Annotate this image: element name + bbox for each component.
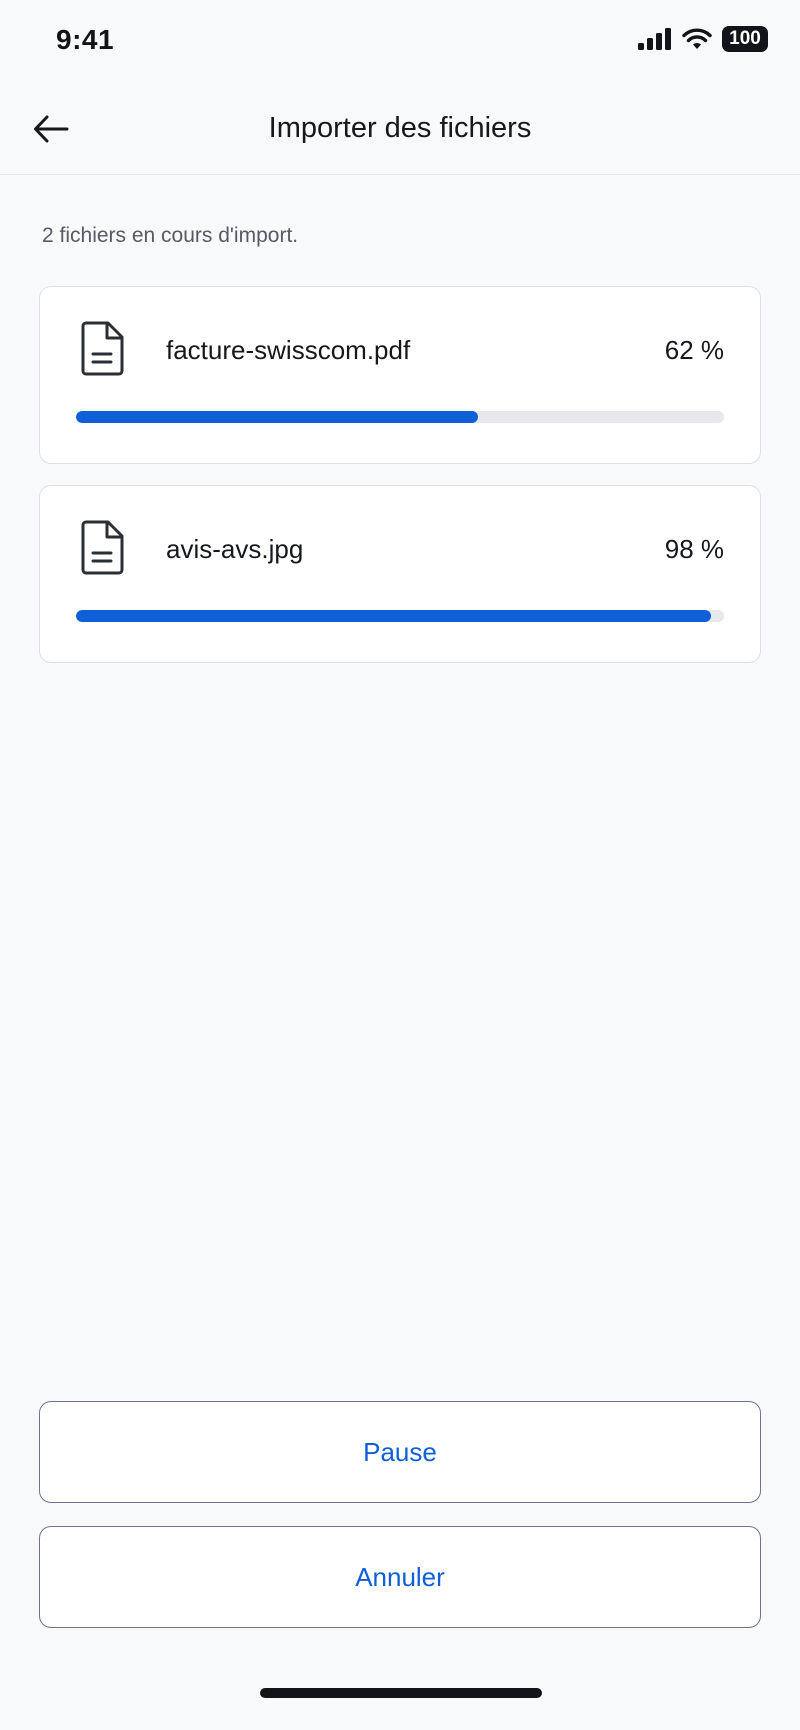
file-name: facture-swisscom.pdf <box>166 335 411 365</box>
status-bar: 9:41 100 <box>0 0 800 84</box>
home-indicator <box>260 1688 542 1698</box>
file-card: facture-swisscom.pdf 62 % <box>39 286 761 464</box>
progress-bar <box>76 610 724 622</box>
progress-bar <box>76 411 724 423</box>
cellular-signal-icon <box>638 28 671 50</box>
battery-level: 100 <box>729 28 761 49</box>
import-summary: 2 fichiers en cours d'import. <box>42 224 299 247</box>
document-icon <box>81 321 124 376</box>
progress-fill <box>76 411 478 423</box>
status-time: 9:41 <box>56 24 115 55</box>
progress-fill <box>76 610 712 622</box>
file-percent: 98 % <box>664 534 724 564</box>
file-name: avis-avs.jpg <box>166 534 304 564</box>
wifi-icon <box>682 28 712 49</box>
battery-icon: 100 <box>722 26 768 52</box>
file-percent: 62 % <box>664 335 724 365</box>
cancel-button[interactable]: Annuler <box>39 1526 761 1628</box>
nav-header: Importer des fichiers <box>0 84 800 175</box>
pause-button[interactable]: Pause <box>39 1401 761 1503</box>
page-title: Importer des fichiers <box>268 112 532 144</box>
document-icon <box>81 520 124 575</box>
status-icons: 100 <box>638 26 768 52</box>
file-card: avis-avs.jpg 98 % <box>39 485 761 663</box>
